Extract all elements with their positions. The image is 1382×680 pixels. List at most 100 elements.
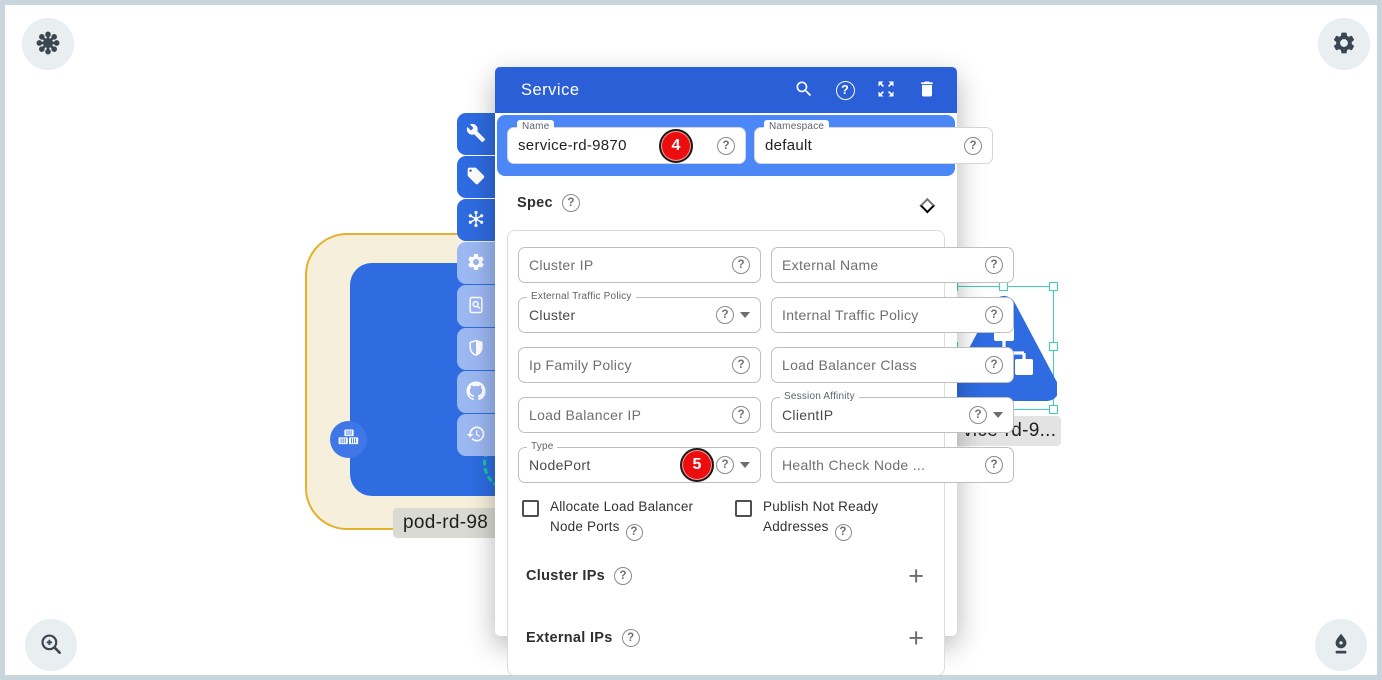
external-name-field: ? [771,247,1014,283]
shield-icon [466,338,486,361]
trash-icon [917,79,937,102]
delete-button[interactable] [915,78,939,102]
cluster-ips-help-icon[interactable]: ? [614,567,632,585]
help-icon: ? [836,81,855,100]
toolbar-security-button[interactable] [457,328,495,370]
load-balancer-ip-field: ? [518,397,761,433]
settings-button[interactable] [1318,18,1370,70]
dialog-body: Spec ? ? ? External Traffic Policy [495,176,957,676]
publish-not-ready-label: Publish Not Ready Addresses [763,499,878,534]
selection-handle-top-mid[interactable] [999,282,1008,291]
type-field: Type 5 ? [518,447,761,483]
history-icon [466,424,486,447]
toolbar-service-button[interactable] [457,199,495,241]
field-help-icon[interactable]: ? [985,256,1003,274]
annotation-badge-5: 5 [680,448,714,482]
allocate-lb-node-ports-label: Allocate Load Balancer Node Ports [550,499,693,534]
collapse-section-button[interactable] [920,197,936,213]
field-help-icon[interactable]: ? [732,356,750,374]
cluster-ips-section: Cluster IPs ? + [518,545,934,607]
pod-node-label[interactable]: pod-rd-98 [393,508,509,538]
tag-icon [466,166,486,189]
toolbar-labels-button[interactable] [457,156,495,198]
ip-family-policy-input[interactable] [529,357,726,373]
chevron-down-icon[interactable] [740,462,750,468]
external-traffic-policy-label: External Traffic Policy [527,291,636,302]
cluster-ips-heading: Cluster IPs [526,568,605,584]
annotation-badge-4: 4 [659,129,693,163]
name-help-icon[interactable]: ? [717,137,735,155]
session-affinity-field: Session Affinity ? [771,397,1014,433]
field-help-icon[interactable]: ? [732,256,750,274]
chevron-down-icon[interactable] [993,412,1003,418]
internal-traffic-policy-field: ? [771,297,1014,333]
chevron-down-icon[interactable] [740,312,750,318]
health-check-node-port-field: ? [771,447,1014,483]
toolbar-github-button[interactable] [457,371,495,413]
node-toolbar [457,113,495,456]
toolbar-settings-button[interactable] [457,242,495,284]
load-balancer-ip-input[interactable] [529,407,726,423]
dialog-title: Service [521,81,580,100]
selection-handle-bottom-right[interactable] [1049,405,1058,414]
field-help-icon[interactable]: ? [985,456,1003,474]
add-external-ip-button[interactable]: + [904,628,928,648]
toolbar-history-button[interactable] [457,414,495,456]
spec-heading: Spec [517,195,553,211]
session-affinity-select[interactable] [782,407,963,423]
external-traffic-policy-select[interactable] [529,307,710,323]
health-check-node-port-input[interactable] [782,457,979,473]
add-cluster-ip-button[interactable]: + [904,566,928,586]
field-help-icon[interactable]: ? [716,306,734,324]
spec-card: ? ? External Traffic Policy ? ? [507,230,945,676]
namespace-input[interactable] [765,137,964,154]
namespace-field-label: Namespace [764,120,829,133]
allocate-lb-node-ports-checkbox[interactable] [522,500,539,517]
field-help-icon[interactable]: ? [985,306,1003,324]
help-button[interactable]: ? [833,78,857,102]
pen-tool-button[interactable] [1315,619,1367,671]
selection-handle-top-right[interactable] [1049,282,1058,291]
publish-not-ready-checkbox[interactable] [735,500,752,517]
session-affinity-label: Session Affinity [780,391,859,402]
field-help-icon[interactable]: ? [732,406,750,424]
vector-pen-icon [1328,631,1354,660]
external-traffic-policy-field: External Traffic Policy ? [518,297,761,333]
external-ips-section: External IPs ? + [518,607,934,669]
field-help-icon[interactable]: ? [969,406,987,424]
external-ips-help-icon[interactable]: ? [622,629,640,647]
type-label: Type [527,441,557,452]
allocate-lb-node-ports-option: Allocate Load Balancer Node Ports ? [518,495,721,543]
expand-icon [876,79,896,102]
namespace-help-icon[interactable]: ? [964,137,982,155]
spec-help-icon[interactable]: ? [562,194,580,212]
field-help-icon[interactable]: ? [716,456,734,474]
publish-not-ready-option: Publish Not Ready Addresses ? [731,495,934,543]
service-editor-dialog: Service ? Name [495,67,957,636]
toolbar-inspect-button[interactable] [457,285,495,327]
pod-kind-badge [330,421,367,458]
app-canvas: pod-rd-98 vice-rd-9... [0,0,1382,680]
search-button[interactable] [792,78,816,102]
internal-traffic-policy-input[interactable] [782,307,979,323]
expand-button[interactable] [874,78,898,102]
zoom-in-icon [38,631,64,660]
toolbar-wrench-button[interactable] [457,113,495,155]
wrench-icon [466,123,486,146]
service-hub-icon [466,209,486,232]
dialog-header: Service ? [495,67,957,113]
external-name-input[interactable] [782,257,979,273]
document-search-icon [466,295,486,318]
cluster-ip-input[interactable] [529,257,726,273]
identity-section: Name 4 ? Namespace ? [497,115,955,176]
zoom-button[interactable] [25,619,77,671]
load-balancer-class-input[interactable] [782,357,979,373]
field-help-icon[interactable]: ? [985,356,1003,374]
cluster-ip-field: ? [518,247,761,283]
checkbox-help-icon[interactable]: ? [626,524,643,541]
gear-icon [466,252,486,275]
ip-family-policy-field: ? [518,347,761,383]
checkbox-help-icon[interactable]: ? [835,524,852,541]
app-menu-button[interactable] [22,18,74,70]
github-icon [466,381,486,404]
